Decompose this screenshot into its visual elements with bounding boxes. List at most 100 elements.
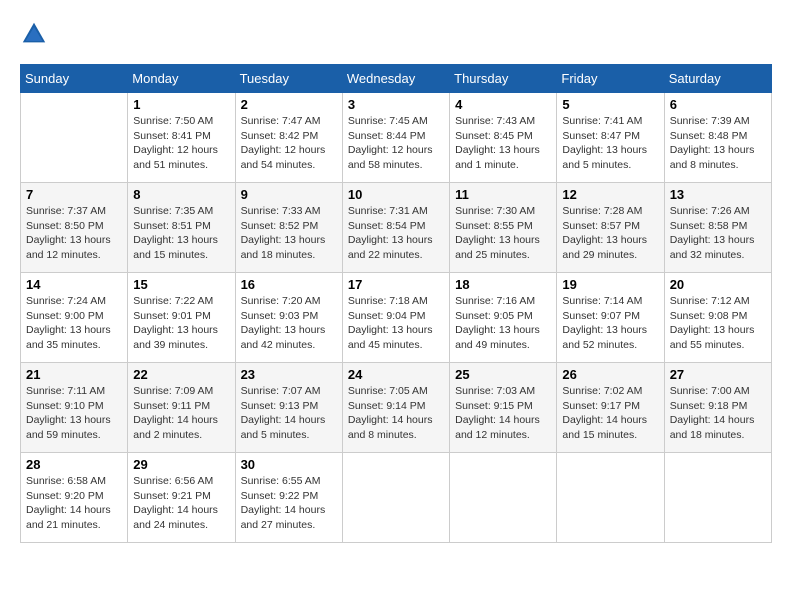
calendar-week-row: 14 Sunrise: 7:24 AM Sunset: 9:00 PM Dayli…: [21, 273, 772, 363]
day-of-week-header: Sunday: [21, 65, 128, 93]
calendar-cell: 3 Sunrise: 7:45 AM Sunset: 8:44 PM Daylig…: [342, 93, 449, 183]
day-number: 30: [241, 457, 337, 472]
calendar-cell: 26 Sunrise: 7:02 AM Sunset: 9:17 PM Dayli…: [557, 363, 664, 453]
day-details: Sunrise: 7:12 AM Sunset: 9:08 PM Dayligh…: [670, 294, 766, 353]
day-number: 12: [562, 187, 658, 202]
day-of-week-header: Monday: [128, 65, 235, 93]
day-details: Sunrise: 7:22 AM Sunset: 9:01 PM Dayligh…: [133, 294, 229, 353]
day-details: Sunrise: 7:31 AM Sunset: 8:54 PM Dayligh…: [348, 204, 444, 263]
day-details: Sunrise: 7:16 AM Sunset: 9:05 PM Dayligh…: [455, 294, 551, 353]
day-details: Sunrise: 7:00 AM Sunset: 9:18 PM Dayligh…: [670, 384, 766, 443]
day-of-week-header: Tuesday: [235, 65, 342, 93]
day-number: 26: [562, 367, 658, 382]
calendar-cell: 14 Sunrise: 7:24 AM Sunset: 9:00 PM Dayli…: [21, 273, 128, 363]
day-of-week-header: Wednesday: [342, 65, 449, 93]
day-details: Sunrise: 7:18 AM Sunset: 9:04 PM Dayligh…: [348, 294, 444, 353]
day-details: Sunrise: 7:02 AM Sunset: 9:17 PM Dayligh…: [562, 384, 658, 443]
day-number: 14: [26, 277, 122, 292]
logo: [20, 20, 52, 48]
day-number: 8: [133, 187, 229, 202]
day-number: 24: [348, 367, 444, 382]
day-of-week-header: Saturday: [664, 65, 771, 93]
calendar-cell: 27 Sunrise: 7:00 AM Sunset: 9:18 PM Dayli…: [664, 363, 771, 453]
day-details: Sunrise: 7:43 AM Sunset: 8:45 PM Dayligh…: [455, 114, 551, 173]
day-number: 9: [241, 187, 337, 202]
day-number: 1: [133, 97, 229, 112]
day-details: Sunrise: 7:05 AM Sunset: 9:14 PM Dayligh…: [348, 384, 444, 443]
logo-icon: [20, 20, 48, 48]
day-number: 10: [348, 187, 444, 202]
day-details: Sunrise: 7:24 AM Sunset: 9:00 PM Dayligh…: [26, 294, 122, 353]
calendar-cell: 2 Sunrise: 7:47 AM Sunset: 8:42 PM Daylig…: [235, 93, 342, 183]
calendar-cell: 10 Sunrise: 7:31 AM Sunset: 8:54 PM Dayli…: [342, 183, 449, 273]
calendar-cell: 24 Sunrise: 7:05 AM Sunset: 9:14 PM Dayli…: [342, 363, 449, 453]
calendar-week-row: 1 Sunrise: 7:50 AM Sunset: 8:41 PM Daylig…: [21, 93, 772, 183]
calendar-cell: 17 Sunrise: 7:18 AM Sunset: 9:04 PM Dayli…: [342, 273, 449, 363]
day-number: 29: [133, 457, 229, 472]
day-details: Sunrise: 7:26 AM Sunset: 8:58 PM Dayligh…: [670, 204, 766, 263]
day-number: 23: [241, 367, 337, 382]
day-details: Sunrise: 6:56 AM Sunset: 9:21 PM Dayligh…: [133, 474, 229, 533]
calendar-week-row: 21Sunrise: 7:11 AM Sunset: 9:10 PM Dayli…: [21, 363, 772, 453]
day-number: 11: [455, 187, 551, 202]
day-number: 4: [455, 97, 551, 112]
calendar-cell: 20 Sunrise: 7:12 AM Sunset: 9:08 PM Dayli…: [664, 273, 771, 363]
calendar-cell: 1 Sunrise: 7:50 AM Sunset: 8:41 PM Daylig…: [128, 93, 235, 183]
calendar-cell: 16 Sunrise: 7:20 AM Sunset: 9:03 PM Dayli…: [235, 273, 342, 363]
calendar-cell: 4 Sunrise: 7:43 AM Sunset: 8:45 PM Daylig…: [450, 93, 557, 183]
day-number: 16: [241, 277, 337, 292]
calendar-cell: 6 Sunrise: 7:39 AM Sunset: 8:48 PM Daylig…: [664, 93, 771, 183]
calendar-week-row: 7Sunrise: 7:37 AM Sunset: 8:50 PM Daylig…: [21, 183, 772, 273]
day-number: 3: [348, 97, 444, 112]
day-details: Sunrise: 7:11 AM Sunset: 9:10 PM Dayligh…: [26, 384, 122, 443]
day-details: Sunrise: 7:28 AM Sunset: 8:57 PM Dayligh…: [562, 204, 658, 263]
calendar-cell: 22 Sunrise: 7:09 AM Sunset: 9:11 PM Dayli…: [128, 363, 235, 453]
day-details: Sunrise: 6:55 AM Sunset: 9:22 PM Dayligh…: [241, 474, 337, 533]
calendar-cell: 13Sunrise: 7:26 AM Sunset: 8:58 PM Dayli…: [664, 183, 771, 273]
calendar-cell: 8Sunrise: 7:35 AM Sunset: 8:51 PM Daylig…: [128, 183, 235, 273]
day-of-week-header: Friday: [557, 65, 664, 93]
calendar-cell: 5 Sunrise: 7:41 AM Sunset: 8:47 PM Daylig…: [557, 93, 664, 183]
day-number: 2: [241, 97, 337, 112]
day-number: 5: [562, 97, 658, 112]
day-details: Sunrise: 7:47 AM Sunset: 8:42 PM Dayligh…: [241, 114, 337, 173]
calendar-cell: 29 Sunrise: 6:56 AM Sunset: 9:21 PM Dayli…: [128, 453, 235, 543]
calendar-cell: 15 Sunrise: 7:22 AM Sunset: 9:01 PM Dayli…: [128, 273, 235, 363]
day-number: 27: [670, 367, 766, 382]
day-details: Sunrise: 7:03 AM Sunset: 9:15 PM Dayligh…: [455, 384, 551, 443]
calendar-cell: 30 Sunrise: 6:55 AM Sunset: 9:22 PM Dayli…: [235, 453, 342, 543]
calendar-cell: 28Sunrise: 6:58 AM Sunset: 9:20 PM Dayli…: [21, 453, 128, 543]
calendar-cell: 21Sunrise: 7:11 AM Sunset: 9:10 PM Dayli…: [21, 363, 128, 453]
day-details: Sunrise: 7:07 AM Sunset: 9:13 PM Dayligh…: [241, 384, 337, 443]
calendar-table: SundayMondayTuesdayWednesdayThursdayFrid…: [20, 64, 772, 543]
calendar-header-row: SundayMondayTuesdayWednesdayThursdayFrid…: [21, 65, 772, 93]
day-details: Sunrise: 7:45 AM Sunset: 8:44 PM Dayligh…: [348, 114, 444, 173]
day-number: 17: [348, 277, 444, 292]
calendar-cell: 25Sunrise: 7:03 AM Sunset: 9:15 PM Dayli…: [450, 363, 557, 453]
day-number: 22: [133, 367, 229, 382]
calendar-cell: [557, 453, 664, 543]
day-number: 6: [670, 97, 766, 112]
day-details: Sunrise: 7:37 AM Sunset: 8:50 PM Dayligh…: [26, 204, 122, 263]
day-number: 28: [26, 457, 122, 472]
day-number: 20: [670, 277, 766, 292]
page-header: [20, 20, 772, 48]
calendar-cell: 12 Sunrise: 7:28 AM Sunset: 8:57 PM Dayli…: [557, 183, 664, 273]
day-details: Sunrise: 7:09 AM Sunset: 9:11 PM Dayligh…: [133, 384, 229, 443]
calendar-cell: [450, 453, 557, 543]
day-details: Sunrise: 7:50 AM Sunset: 8:41 PM Dayligh…: [133, 114, 229, 173]
day-details: Sunrise: 7:30 AM Sunset: 8:55 PM Dayligh…: [455, 204, 551, 263]
calendar-cell: [342, 453, 449, 543]
calendar-cell: 23 Sunrise: 7:07 AM Sunset: 9:13 PM Dayli…: [235, 363, 342, 453]
calendar-cell: 19 Sunrise: 7:14 AM Sunset: 9:07 PM Dayli…: [557, 273, 664, 363]
day-details: Sunrise: 7:20 AM Sunset: 9:03 PM Dayligh…: [241, 294, 337, 353]
day-details: Sunrise: 7:39 AM Sunset: 8:48 PM Dayligh…: [670, 114, 766, 173]
day-details: Sunrise: 7:14 AM Sunset: 9:07 PM Dayligh…: [562, 294, 658, 353]
calendar-week-row: 28Sunrise: 6:58 AM Sunset: 9:20 PM Dayli…: [21, 453, 772, 543]
day-details: Sunrise: 7:41 AM Sunset: 8:47 PM Dayligh…: [562, 114, 658, 173]
calendar-cell: 9Sunrise: 7:33 AM Sunset: 8:52 PM Daylig…: [235, 183, 342, 273]
calendar-cell: [664, 453, 771, 543]
day-number: 19: [562, 277, 658, 292]
calendar-cell: 11 Sunrise: 7:30 AM Sunset: 8:55 PM Dayli…: [450, 183, 557, 273]
day-number: 15: [133, 277, 229, 292]
